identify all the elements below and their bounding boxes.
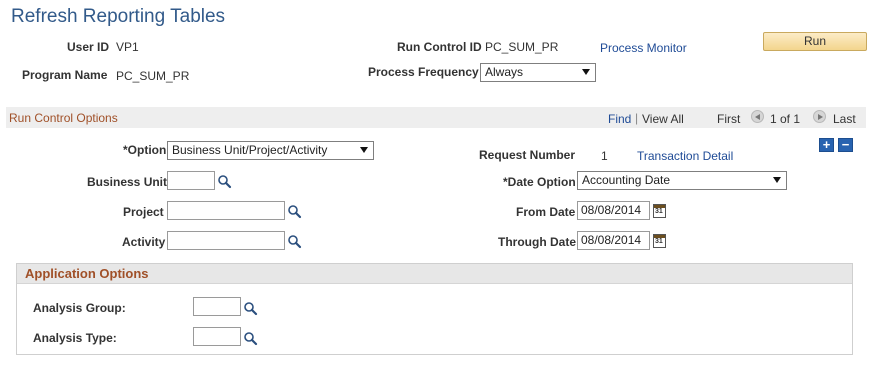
right-arrow-icon[interactable] bbox=[813, 110, 826, 123]
calendar-icon[interactable]: 31 bbox=[653, 234, 666, 248]
option-label: *Option bbox=[123, 143, 167, 157]
analysis-type-label: Analysis Type: bbox=[33, 331, 117, 345]
business-unit-input[interactable] bbox=[167, 171, 215, 190]
view-all-link[interactable]: View All bbox=[642, 112, 684, 126]
activity-label: Activity bbox=[122, 235, 166, 249]
magnifier-icon[interactable] bbox=[217, 174, 232, 189]
option-select[interactable]: Business Unit/Project/Activity bbox=[167, 141, 374, 160]
project-label: Project bbox=[123, 205, 164, 219]
activity-input[interactable] bbox=[167, 231, 285, 250]
magnifier-icon[interactable] bbox=[287, 234, 302, 249]
through-date-input[interactable]: 08/08/2014 bbox=[577, 231, 650, 250]
magnifier-icon[interactable] bbox=[243, 331, 258, 346]
date-option-select[interactable]: Accounting Date bbox=[577, 171, 787, 190]
analysis-group-label: Analysis Group: bbox=[33, 301, 126, 315]
add-row-button[interactable]: + bbox=[819, 138, 834, 152]
analysis-group-input[interactable] bbox=[193, 297, 241, 316]
through-date-label: Through Date bbox=[498, 235, 576, 249]
program-name-value: PC_SUM_PR bbox=[116, 69, 190, 83]
transaction-detail-link[interactable]: Transaction Detail bbox=[637, 149, 733, 163]
chevron-down-icon bbox=[582, 69, 590, 75]
run-control-id-value: PC_SUM_PR bbox=[485, 40, 559, 54]
application-options-title: Application Options bbox=[25, 266, 149, 281]
calendar-icon[interactable]: 31 bbox=[653, 204, 666, 218]
last-label[interactable]: Last bbox=[833, 112, 856, 126]
process-frequency-select[interactable]: Always bbox=[480, 63, 596, 82]
date-option-value: Accounting Date bbox=[582, 173, 671, 187]
chevron-down-icon bbox=[773, 177, 781, 183]
project-input[interactable] bbox=[167, 201, 285, 220]
option-value: Business Unit/Project/Activity bbox=[172, 143, 328, 157]
program-name-label: Program Name bbox=[22, 68, 108, 82]
first-label[interactable]: First bbox=[717, 112, 740, 126]
process-frequency-label: Process Frequency bbox=[368, 65, 479, 79]
from-date-label: From Date bbox=[516, 205, 576, 219]
process-monitor-link[interactable]: Process Monitor bbox=[600, 41, 687, 55]
date-option-label: *Date Option bbox=[503, 175, 576, 189]
user-id-label: User ID bbox=[67, 40, 110, 54]
page-title: Refresh Reporting Tables bbox=[11, 6, 226, 27]
request-number-label: Request Number bbox=[479, 148, 576, 162]
analysis-type-input[interactable] bbox=[193, 327, 241, 346]
run-button[interactable]: Run bbox=[763, 32, 867, 51]
request-number-value: 1 bbox=[601, 149, 608, 163]
run-control-id-label: Run Control ID bbox=[397, 40, 482, 54]
chevron-down-icon bbox=[360, 147, 368, 153]
magnifier-icon[interactable] bbox=[287, 204, 302, 219]
user-id-value: VP1 bbox=[116, 40, 139, 54]
magnifier-icon[interactable] bbox=[243, 301, 258, 316]
business-unit-label: Business Unit bbox=[87, 175, 168, 189]
delete-row-button[interactable]: − bbox=[838, 138, 853, 152]
run-control-options-title: Run Control Options bbox=[9, 111, 118, 125]
left-arrow-icon[interactable] bbox=[751, 110, 764, 123]
process-frequency-value: Always bbox=[485, 65, 524, 79]
nav-separator: | bbox=[635, 111, 639, 125]
find-link[interactable]: Find bbox=[608, 112, 631, 126]
from-date-input[interactable]: 08/08/2014 bbox=[577, 201, 650, 220]
row-range: 1 of 1 bbox=[770, 112, 801, 126]
